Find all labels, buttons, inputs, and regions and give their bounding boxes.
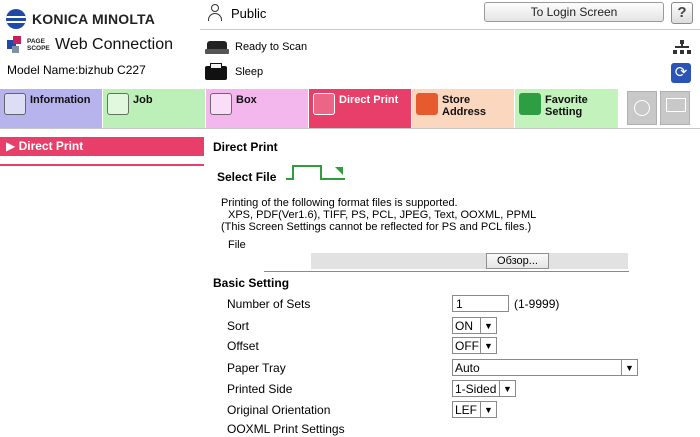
help-icon[interactable]: ? xyxy=(671,2,693,24)
model-name: Model Name:bizhub C227 xyxy=(7,63,146,77)
ooxml-label: OOXML Print Settings xyxy=(227,422,345,436)
tab-store-address[interactable]: Store Address xyxy=(412,89,514,129)
scan-status-text: Ready to Scan xyxy=(235,41,308,53)
tab-job[interactable]: Job xyxy=(103,89,205,129)
box-icon xyxy=(210,93,232,115)
main-tabs: Information Job Box Direct Print Store A… xyxy=(0,89,700,129)
file-path-field[interactable] xyxy=(311,253,628,269)
konica-minolta-logo: KONICA MINOLTA xyxy=(6,9,155,29)
sleep-status: Sleep xyxy=(205,63,263,81)
offset-label: Offset xyxy=(227,339,259,353)
sleep-status-text: Sleep xyxy=(235,66,264,78)
user-icon xyxy=(207,4,223,22)
user-info: Public xyxy=(207,4,266,22)
network-icon[interactable] xyxy=(673,40,691,54)
pagescope-logo: PAGE SCOPE Web Connection xyxy=(7,36,173,54)
orientation-select[interactable]: LEF ▼ xyxy=(452,401,497,418)
orientation-label: Original Orientation xyxy=(227,403,331,417)
printer-icon xyxy=(205,39,229,55)
chevron-down-icon: ▼ xyxy=(480,338,496,353)
direct-print-icon xyxy=(313,93,335,115)
tab-label: Store Address xyxy=(442,94,487,118)
chevron-down-icon: ▼ xyxy=(621,360,637,375)
information-icon xyxy=(4,93,26,115)
sleep-icon xyxy=(205,63,229,81)
paper-tray-select[interactable]: Auto ▼ xyxy=(452,359,638,376)
tab-tools xyxy=(627,91,690,125)
select-file-wave-icon xyxy=(286,165,345,180)
file-label: File xyxy=(228,239,246,251)
tab-information[interactable]: Information xyxy=(0,89,102,129)
tab-divider xyxy=(0,128,700,129)
tab-label: Box xyxy=(236,94,257,106)
chevron-down-icon: ▼ xyxy=(480,402,496,417)
user-name: Public xyxy=(231,5,267,21)
store-address-icon xyxy=(416,93,438,115)
basic-setting-title: Basic Setting xyxy=(213,276,290,290)
orientation-value: LEF xyxy=(455,402,478,417)
info-line: XPS, PDF(Ver1.6), TIFF, PS, PCL, JPEG, T… xyxy=(228,209,537,221)
sort-value: ON xyxy=(455,318,473,333)
login-screen-button[interactable]: To Login Screen xyxy=(484,2,664,22)
product-name: Web Connection xyxy=(55,36,173,53)
scan-status: Ready to Scan xyxy=(205,39,307,55)
chevron-down-icon: ▼ xyxy=(499,381,515,396)
refresh-icon[interactable]: ⟳ xyxy=(671,63,691,83)
tab-favorite-setting[interactable]: Favorite Setting xyxy=(515,89,618,129)
offset-value: OFF xyxy=(455,338,479,353)
select-file-title: Select File xyxy=(217,170,277,184)
pagescope-icon xyxy=(7,36,25,54)
sort-select[interactable]: ON ▼ xyxy=(452,317,497,334)
offset-select[interactable]: OFF ▼ xyxy=(452,337,497,354)
info-line: Printing of the following format files i… xyxy=(221,197,458,209)
sidebar-item-direct-print[interactable]: ▶ Direct Print xyxy=(0,137,204,156)
paper-tray-label: Paper Tray xyxy=(227,361,286,375)
printed-side-select[interactable]: 1-Sided ▼ xyxy=(452,380,516,397)
paper-tray-value: Auto xyxy=(455,360,480,375)
display-window-icon[interactable] xyxy=(660,91,690,125)
sets-label: Number of Sets xyxy=(227,297,311,311)
sort-label: Sort xyxy=(227,319,250,333)
tab-label: Job xyxy=(133,94,153,106)
tab-label: Favorite Setting xyxy=(545,94,588,118)
favorite-setting-icon xyxy=(519,93,541,115)
sidebar-divider xyxy=(0,164,204,166)
pagescope-label: PAGE SCOPE xyxy=(27,38,50,52)
browse-button[interactable]: Обзор... xyxy=(486,253,549,269)
tab-direct-print[interactable]: Direct Print xyxy=(309,89,411,129)
job-icon xyxy=(107,93,129,115)
header-divider xyxy=(200,29,700,30)
format-info: Printing of the following format files i… xyxy=(221,197,536,233)
printed-side-label: Printed Side xyxy=(227,382,293,396)
tab-label: Direct Print xyxy=(339,94,399,106)
settings-gear-icon[interactable] xyxy=(627,91,657,125)
tab-box[interactable]: Box xyxy=(206,89,308,129)
printed-side-value: 1-Sided xyxy=(455,381,497,396)
tab-label: Information xyxy=(30,94,91,106)
sets-range: (1-9999) xyxy=(514,297,560,311)
chevron-down-icon: ▼ xyxy=(480,318,496,333)
number-of-sets-input[interactable] xyxy=(452,295,509,312)
company-name: KONICA MINOLTA xyxy=(32,11,156,27)
section-separator xyxy=(264,271,629,272)
page-title: Direct Print xyxy=(213,140,278,154)
konica-minolta-globe-icon xyxy=(6,9,26,29)
info-line: (This Screen Settings cannot be reflecte… xyxy=(221,221,532,233)
